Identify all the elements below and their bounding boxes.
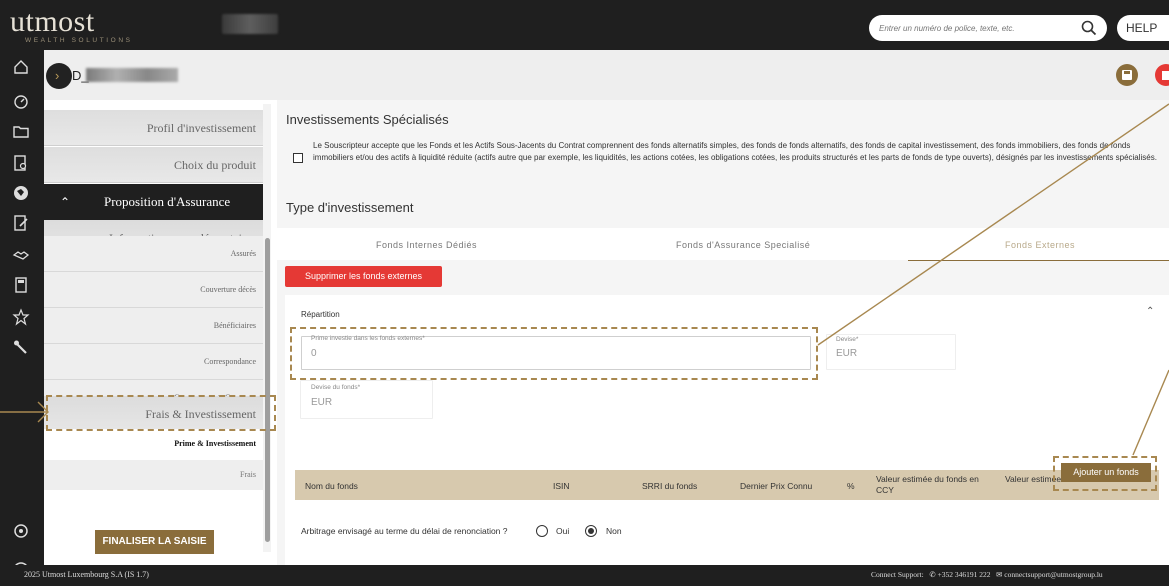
callout-arrows — [0, 103, 1169, 456]
mail-icon: ✉ — [996, 570, 1003, 579]
phone-icon: ✆ — [929, 570, 936, 579]
app-root: utmost WEALTH SOLUTIONS HELP › D_ Profil… — [0, 0, 1169, 586]
support-phone[interactable]: +352 346191 222 — [938, 570, 991, 579]
footer: 2025 Utmost Luxembourg S.A (IS 1.7) Conn… — [0, 565, 1169, 586]
copyright-text: 2025 Utmost Luxembourg S.A (IS 1.7) — [24, 570, 149, 579]
support-info: Connect Support: ✆ +352 346191 222 ✉ con… — [871, 570, 1103, 579]
support-email[interactable]: connectsupport@utmostgroup.lu — [1004, 570, 1102, 579]
support-label: Connect Support: — [871, 570, 924, 579]
